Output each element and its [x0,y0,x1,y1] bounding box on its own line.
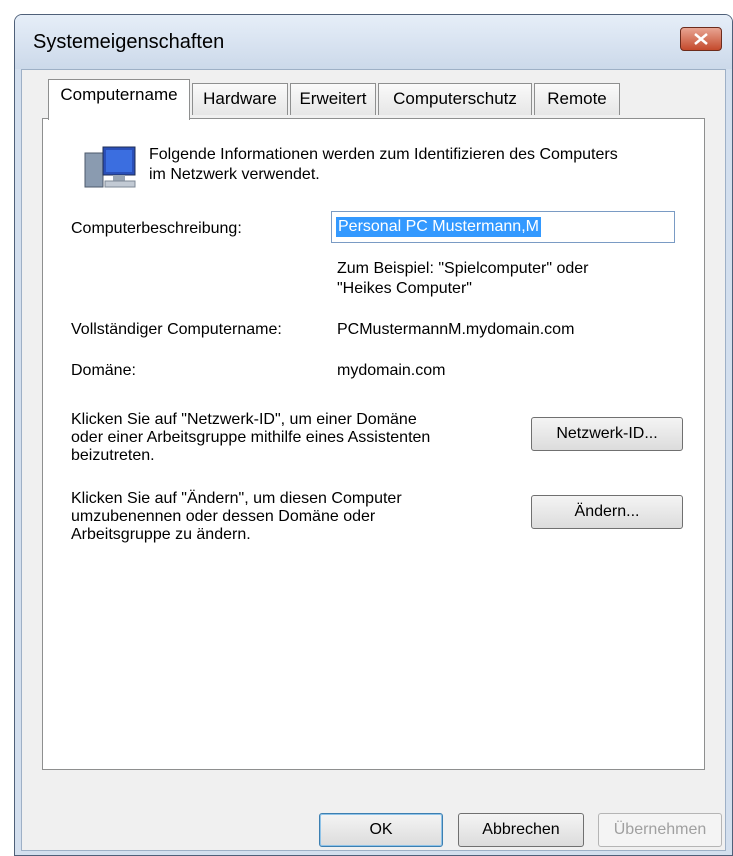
computer-description-input[interactable]: Personal PC Mustermann,M [331,211,675,243]
title-bar[interactable]: Systemeigenschaften [15,15,732,69]
change-button[interactable]: Ändern... [531,495,683,529]
window-title: Systemeigenschaften [33,31,225,53]
computer-icon [84,146,136,188]
network-id-text-line3: beizutreten. [71,447,155,464]
change-text-line3: Arbeitsgruppe zu ändern. [71,526,251,543]
change-text-line1: Klicken Sie auf "Ändern", um diesen Comp… [71,490,402,507]
description-hint-line2: "Heikes Computer" [337,280,472,297]
intro-text-line1: Folgende Informationen werden zum Identi… [149,146,618,163]
system-properties-window: Systemeigenschaften Computername Hardwar… [14,14,733,856]
full-name-label: Vollständiger Computername: [71,321,282,338]
apply-button[interactable]: Übernehmen [598,813,722,847]
change-text-line2: umzubenennen oder dessen Domäne oder [71,508,376,525]
tab-computername[interactable]: Computername [48,79,190,120]
dialog-client-area: Computername Hardware Erweitert Computer… [21,69,726,851]
network-id-button[interactable]: Netzwerk-ID... [531,417,683,451]
description-label: Computerbeschreibung: [71,220,242,237]
ok-button[interactable]: OK [319,813,443,847]
domain-label: Domäne: [71,362,136,379]
network-id-text-line2: oder einer Arbeitsgruppe mithilfe eines … [71,429,431,446]
intro-text-line2: im Netzwerk verwendet. [149,166,320,183]
close-button[interactable] [680,27,722,51]
domain-value: mydomain.com [337,362,446,379]
cancel-button[interactable]: Abbrechen [458,813,584,847]
close-icon [694,33,708,45]
network-id-text-line1: Klicken Sie auf "Netzwerk-ID", um einer … [71,411,417,428]
tab-remote[interactable]: Remote [534,83,620,115]
computername-panel: Folgende Informationen werden zum Identi… [42,118,705,770]
tab-hardware[interactable]: Hardware [192,83,288,115]
full-name-value: PCMustermannM.mydomain.com [337,321,575,338]
description-hint-line1: Zum Beispiel: "Spielcomputer" oder [337,260,589,277]
tab-erweitert[interactable]: Erweitert [290,83,376,115]
description-value: Personal PC Mustermann,M [336,217,541,237]
tab-computerschutz[interactable]: Computerschutz [378,83,532,115]
